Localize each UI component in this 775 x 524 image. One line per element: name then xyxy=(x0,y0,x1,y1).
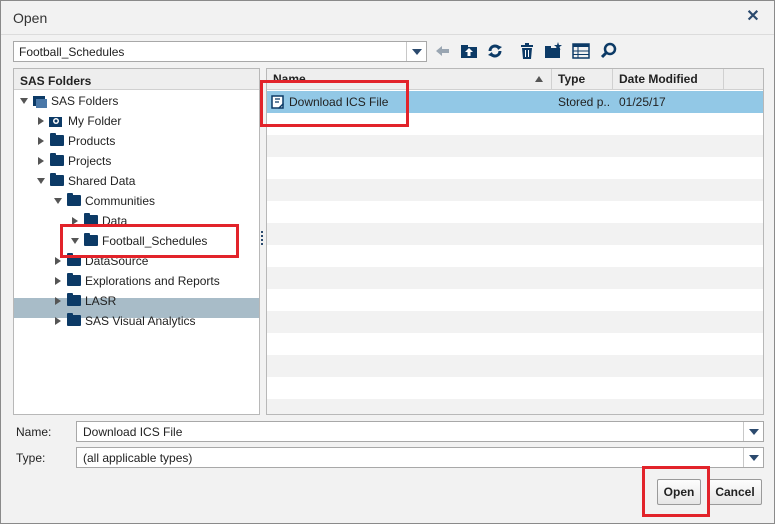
new-folder-icon[interactable] xyxy=(543,41,563,61)
tree-item-shared-data[interactable]: Shared Data xyxy=(14,171,259,191)
tree-item-explorations-and-reports[interactable]: Explorations and Reports xyxy=(14,271,259,291)
empty-row xyxy=(267,377,763,399)
expand-arrow-icon[interactable] xyxy=(38,157,44,165)
expand-arrow-icon[interactable] xyxy=(38,117,44,125)
expand-arrow-icon[interactable] xyxy=(55,277,61,285)
tree-item-label: My Folder xyxy=(68,114,122,128)
empty-row xyxy=(267,245,763,267)
tree-item-label: LASR xyxy=(85,294,117,308)
tree-item-projects[interactable]: Projects xyxy=(14,151,259,171)
cancel-button[interactable]: Cancel xyxy=(708,479,762,505)
expand-arrow-icon[interactable] xyxy=(38,137,44,145)
folder-icon xyxy=(50,173,64,186)
type-select[interactable]: (all applicable types) xyxy=(76,447,764,468)
tree-item-label: Shared Data xyxy=(68,174,136,188)
tree-item-label: Explorations and Reports xyxy=(85,274,220,288)
type-value: (all applicable types) xyxy=(83,451,193,465)
collapse-arrow-icon[interactable] xyxy=(54,198,62,204)
chevron-down-icon xyxy=(749,455,759,461)
folder-icon xyxy=(50,153,64,166)
name-label: Name: xyxy=(16,425,52,439)
name-field[interactable]: Download ICS File xyxy=(76,421,764,442)
folder-icon xyxy=(67,313,81,326)
tree-item-lasr[interactable]: LASR xyxy=(14,291,259,311)
expand-arrow-icon[interactable] xyxy=(55,297,61,305)
tree-item-label: Communities xyxy=(85,194,156,208)
tree-item-communities[interactable]: Communities xyxy=(14,191,259,211)
tree-item-sas-visual-analytics[interactable]: SAS Visual Analytics xyxy=(14,311,259,331)
search-icon[interactable] xyxy=(599,41,619,61)
folder-icon xyxy=(67,293,81,306)
empty-row xyxy=(267,355,763,377)
empty-row xyxy=(267,157,763,179)
close-icon[interactable]: ✕ xyxy=(744,8,762,26)
folder-icon xyxy=(50,133,64,146)
empty-row xyxy=(267,135,763,157)
sas-folders-icon xyxy=(33,96,47,108)
highlight-box-folder xyxy=(60,224,239,258)
type-label: Type: xyxy=(16,451,46,465)
column-label: Type xyxy=(558,72,586,86)
tree-item-sas-folders[interactable]: SAS Folders xyxy=(14,91,259,111)
tree-item-label: Products xyxy=(68,134,116,148)
empty-row xyxy=(267,267,763,289)
tree-item-label: SAS Folders xyxy=(51,94,119,108)
path-dropdown-button[interactable] xyxy=(406,42,426,61)
path-value: Football_Schedules xyxy=(19,45,125,59)
empty-row xyxy=(267,311,763,333)
file-date: 01/25/17 xyxy=(619,95,666,109)
collapse-arrow-icon[interactable] xyxy=(20,98,28,104)
name-value: Download ICS File xyxy=(83,425,183,439)
tree-item-my-folder[interactable]: My Folder xyxy=(14,111,259,131)
empty-row xyxy=(267,223,763,245)
empty-row xyxy=(267,179,763,201)
empty-row xyxy=(267,201,763,223)
empty-row xyxy=(267,289,763,311)
open-dialog: Open ✕ Football_Schedules SAS Folders SA… xyxy=(0,0,775,524)
collapse-arrow-icon[interactable] xyxy=(37,178,45,184)
expand-arrow-icon[interactable] xyxy=(55,317,61,325)
details-view-icon[interactable] xyxy=(571,41,591,61)
tree-header: SAS Folders xyxy=(14,69,259,90)
expand-arrow-icon[interactable] xyxy=(55,257,61,265)
my-folder-icon xyxy=(49,117,62,127)
back-arrow-icon[interactable] xyxy=(433,41,453,61)
title-bar: Open ✕ xyxy=(1,1,774,35)
panel-splitter[interactable] xyxy=(260,229,264,251)
chevron-down-icon xyxy=(412,49,422,55)
column-header-date-modified[interactable]: Date Modified xyxy=(613,69,724,90)
folder-icon xyxy=(67,193,81,206)
chevron-down-icon xyxy=(749,429,759,435)
sort-ascending-icon xyxy=(535,76,543,82)
tree-item-label: Projects xyxy=(68,154,112,168)
tree-item-products[interactable]: Products xyxy=(14,131,259,151)
empty-row xyxy=(267,333,763,355)
type-dropdown-button[interactable] xyxy=(743,448,763,467)
dialog-title: Open xyxy=(13,10,48,26)
tree-item-label: SAS Visual Analytics xyxy=(85,314,196,328)
delete-icon[interactable] xyxy=(517,41,537,61)
empty-row xyxy=(267,399,763,414)
name-dropdown-button[interactable] xyxy=(743,422,763,441)
column-header-type[interactable]: Type xyxy=(552,69,613,90)
highlight-box-file xyxy=(260,80,409,127)
refresh-icon[interactable] xyxy=(485,41,505,61)
path-combobox[interactable]: Football_Schedules xyxy=(13,41,427,62)
highlight-box-open-button xyxy=(642,466,710,517)
folder-icon xyxy=(67,273,81,286)
column-label: Date Modified xyxy=(619,72,698,86)
up-folder-icon[interactable] xyxy=(459,41,479,61)
file-type: Stored p... xyxy=(558,95,610,109)
